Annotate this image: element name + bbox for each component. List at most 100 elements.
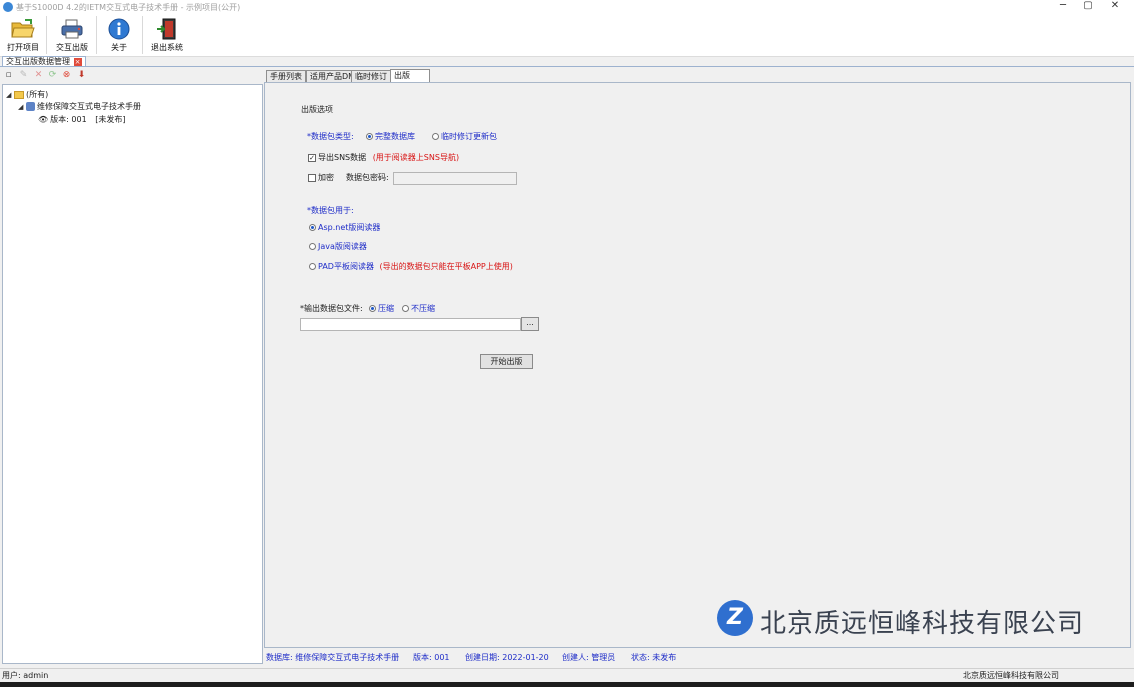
- database-info-bar: 数据库: 维修保障交互式电子技术手册 版本: 001 创建日期: 2022-01…: [266, 652, 1132, 663]
- no-compress-label: 不压缩: [411, 304, 435, 313]
- radio-icon[interactable]: [309, 243, 316, 250]
- toolbar-divider: [96, 16, 97, 54]
- about-button[interactable]: 关于: [104, 15, 134, 55]
- window-title: 基于S1000D 4.2的IETM交互式电子技术手册 - 示例项目(公开): [16, 3, 241, 12]
- tree-root-label: (所有): [26, 90, 49, 99]
- tab-manual-list[interactable]: 手册列表: [266, 70, 306, 82]
- radio-icon[interactable]: [432, 133, 439, 140]
- publish-options-title: 出版选项: [301, 105, 333, 114]
- package-full-label: 完整数据库: [375, 132, 415, 141]
- radio-selected-icon[interactable]: [369, 305, 376, 312]
- export-sns-checkbox[interactable]: ✓ 导出SNS数据 (用于阅读器上SNS导航): [308, 153, 459, 163]
- output-file-label: *输出数据包文件:: [300, 304, 363, 313]
- minimize-button[interactable]: ─: [1052, 0, 1074, 14]
- status-company: 北京质远恒峰科技有限公司: [963, 671, 1059, 680]
- maximize-button[interactable]: ▢: [1077, 0, 1099, 14]
- info-status: 状态: 未发布: [631, 653, 677, 662]
- reader-pad-note: (导出的数据包只能在平板APP上使用): [379, 262, 513, 271]
- tree-root[interactable]: ◢ (所有): [6, 89, 48, 100]
- refresh-icon[interactable]: ⟳: [47, 70, 58, 81]
- radio-icon[interactable]: [402, 305, 409, 312]
- package-full-radio[interactable]: 完整数据库: [366, 132, 415, 142]
- checkbox-icon[interactable]: [308, 173, 316, 182]
- encrypt-checkbox[interactable]: 加密: [308, 173, 334, 183]
- app-logo-icon: [3, 2, 13, 12]
- toolbar-divider: [46, 16, 47, 54]
- package-temp-radio[interactable]: 临时修订更新包: [432, 132, 497, 142]
- new-icon[interactable]: ▫: [3, 70, 14, 81]
- open-folder-icon: [11, 19, 35, 38]
- app-window: 基于S1000D 4.2的IETM交互式电子技术手册 - 示例项目(公开) ─ …: [0, 0, 1134, 687]
- start-publish-button[interactable]: 开始出版: [480, 354, 533, 369]
- password-field[interactable]: [393, 172, 517, 185]
- info-created: 创建日期: 2022-01-20: [465, 653, 549, 662]
- info-creator: 创建人: 管理员: [562, 653, 616, 662]
- tree-version-status: [未发布]: [95, 115, 126, 124]
- reader-asp-radio[interactable]: Asp.net版阅读器: [309, 223, 380, 233]
- export-icon[interactable]: ⬇: [76, 70, 87, 81]
- radio-icon[interactable]: [309, 263, 316, 270]
- reader-pad-label: PAD平板阅读器: [318, 262, 374, 271]
- tab-strip-line: [0, 66, 1134, 67]
- info-database: 数据库: 维修保障交互式电子技术手册: [266, 653, 400, 662]
- status-user: 用户: admin: [2, 671, 49, 680]
- open-project-button[interactable]: 打开项目: [4, 15, 42, 55]
- close-button[interactable]: ✕: [1104, 0, 1126, 14]
- export-sns-note: (用于阅读器上SNS导航): [372, 153, 460, 162]
- taskbar-strip: [0, 682, 1134, 687]
- interactive-publish-button[interactable]: 交互出版: [54, 15, 90, 55]
- radio-selected-icon[interactable]: [309, 224, 316, 231]
- open-project-label: 打开项目: [7, 43, 39, 52]
- publish-panel: [264, 82, 1131, 648]
- package-type-row: *数据包类型:: [307, 132, 354, 142]
- toolbar-divider: [142, 16, 143, 54]
- book-icon: [26, 102, 35, 111]
- info-icon: [108, 18, 130, 40]
- tree-panel: [2, 84, 263, 664]
- no-compress-radio[interactable]: 不压缩: [402, 304, 435, 314]
- printer-icon: [61, 19, 83, 39]
- eye-icon: 👁: [38, 115, 49, 124]
- tree-item-book[interactable]: ◢ 维修保障交互式电子技术手册: [18, 101, 141, 112]
- exit-button[interactable]: 退出系统: [149, 15, 185, 55]
- collapse-icon[interactable]: ◢: [6, 90, 14, 101]
- exit-label: 退出系统: [151, 43, 183, 52]
- radio-selected-icon[interactable]: [366, 133, 373, 140]
- compress-label: 压缩: [378, 304, 394, 313]
- tab-publish[interactable]: 出版: [390, 69, 430, 83]
- main-toolbar: 打开项目 交互出版 关于 退出系统: [0, 14, 1134, 57]
- close-tab-icon[interactable]: ×: [73, 57, 82, 66]
- delete-icon[interactable]: ✕: [33, 70, 44, 81]
- collapse-icon[interactable]: ◢: [18, 102, 26, 113]
- folder-icon: [14, 90, 24, 99]
- checkbox-checked-icon[interactable]: ✓: [308, 153, 316, 162]
- company-watermark: 北京质远恒峰科技有限公司: [760, 609, 1085, 639]
- tree-item-version[interactable]: 👁 版本: 001 [未发布]: [38, 114, 125, 125]
- export-sns-label: 导出SNS数据: [318, 153, 367, 162]
- reader-asp-label: Asp.net版阅读器: [318, 223, 381, 232]
- about-label: 关于: [111, 43, 127, 52]
- package-temp-label: 临时修订更新包: [441, 132, 497, 141]
- info-version: 版本: 001: [413, 653, 450, 662]
- password-label: 数据包密码:: [346, 173, 389, 182]
- edit-icon[interactable]: ✎: [18, 70, 29, 81]
- compress-radio[interactable]: 压缩: [369, 304, 394, 314]
- reader-java-label: Java版阅读器: [318, 242, 367, 251]
- company-logo-icon: Z: [717, 600, 753, 636]
- browse-button[interactable]: ...: [521, 317, 539, 331]
- stop-icon[interactable]: ⊗: [61, 70, 72, 81]
- reader-java-radio[interactable]: Java版阅读器: [309, 242, 367, 252]
- encrypt-label: 加密: [318, 173, 334, 182]
- usage-label: *数据包用于:: [307, 206, 354, 215]
- package-type-label: *数据包类型:: [307, 132, 354, 141]
- tree-version-label: 版本: 001: [50, 115, 87, 124]
- tree-book-label: 维修保障交互式电子技术手册: [37, 102, 141, 111]
- title-bar: 基于S1000D 4.2的IETM交互式电子技术手册 - 示例项目(公开) ─ …: [0, 0, 1134, 14]
- status-bar: 用户: admin 北京质远恒峰科技有限公司: [0, 668, 1134, 682]
- reader-pad-radio[interactable]: PAD平板阅读器 (导出的数据包只能在平板APP上使用): [309, 262, 513, 272]
- output-path-input[interactable]: [300, 318, 521, 331]
- tab-temp-revision[interactable]: 临时修订: [351, 70, 391, 82]
- module-tab-label: 交互出版数据管理: [6, 57, 70, 66]
- tree-toolbar: ▫ ✎ ✕ ⟳ ⊗ ⬇: [3, 70, 263, 82]
- exit-door-icon: [157, 18, 176, 40]
